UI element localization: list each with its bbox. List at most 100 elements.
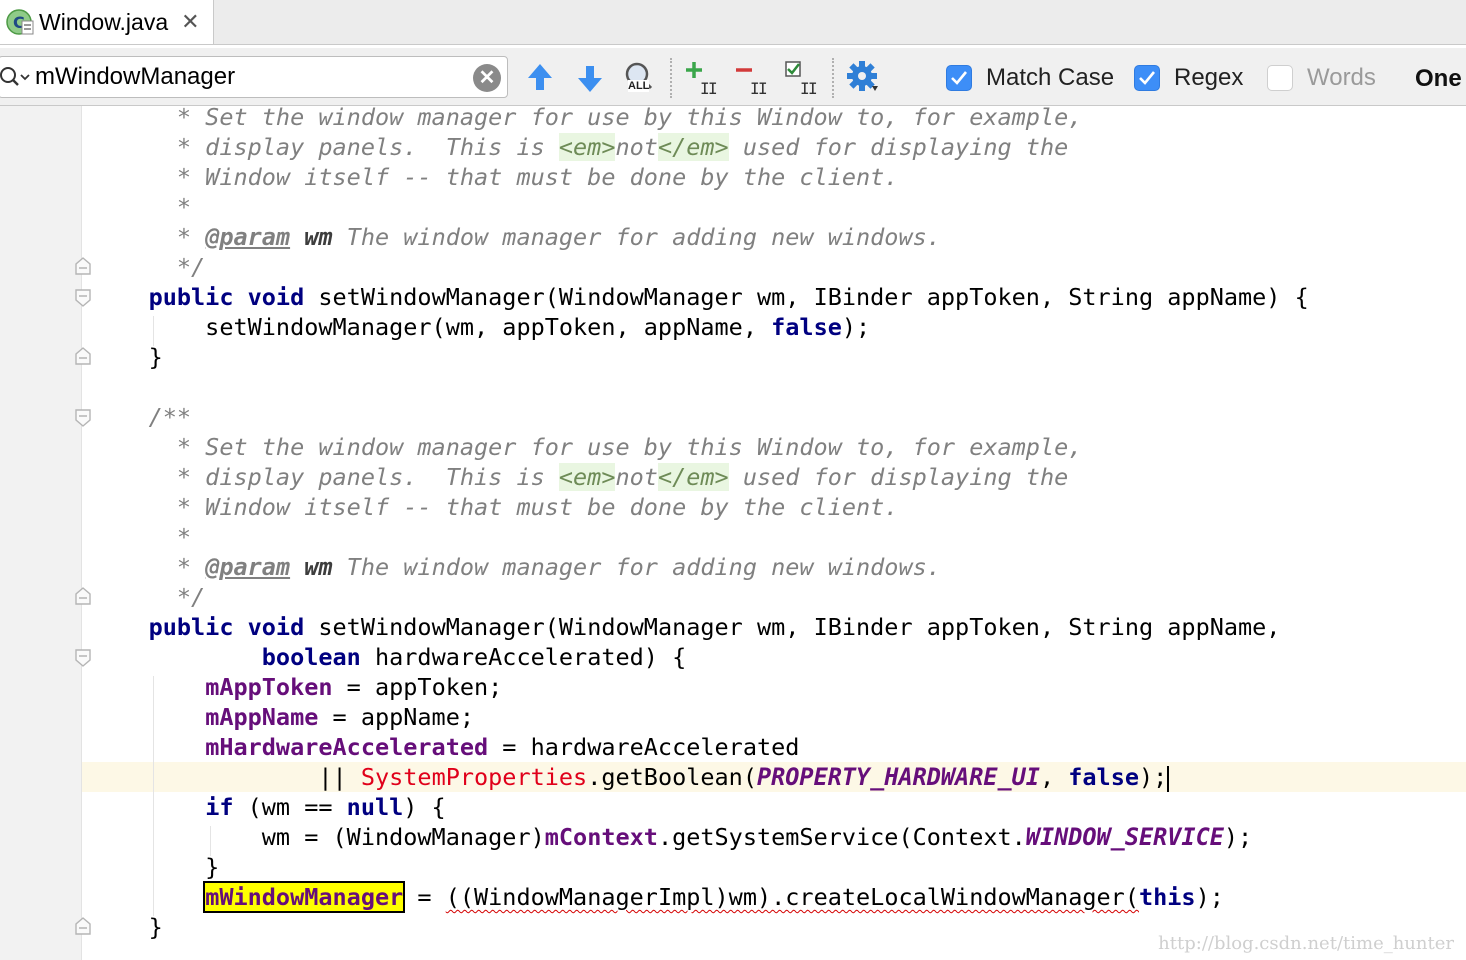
tab-title: Window.java (39, 8, 169, 35)
code-token: false (1068, 763, 1139, 791)
code-token: .getBoolean( (587, 763, 757, 791)
code-line[interactable]: * @param wm The window manager for addin… (92, 222, 1466, 252)
code-token: = appName; (318, 703, 475, 731)
code-token: null (346, 793, 404, 821)
words-checkbox[interactable] (1267, 65, 1293, 91)
code-line[interactable]: public void setWindowManager(WindowManag… (92, 612, 1466, 642)
code-token: wm (304, 223, 333, 251)
code-line[interactable]: * @param wm The window manager for addin… (92, 552, 1466, 582)
code-line[interactable]: */ (92, 582, 1466, 612)
fold-end-icon[interactable] (73, 256, 93, 276)
tab-window-java[interactable]: C Window.java ✕ (0, 0, 214, 44)
code-token: * (92, 523, 192, 551)
remove-occurrence-icon[interactable]: I I (734, 60, 770, 98)
code-token: not (615, 463, 658, 491)
code-line[interactable]: mAppName = appName; (92, 702, 1466, 732)
search-input[interactable] (35, 63, 455, 91)
regex-checkbox[interactable] (1134, 65, 1160, 91)
code-token: * Window itself -- that must be done by … (92, 493, 899, 521)
code-line[interactable] (92, 372, 1466, 402)
code-token: * (92, 553, 206, 581)
tab-close-icon[interactable]: ✕ (181, 9, 199, 35)
code-token: = (403, 883, 446, 911)
java-class-icon: C (5, 7, 35, 37)
code-line[interactable]: } (92, 852, 1466, 882)
code-line[interactable]: * display panels. This is <em>not</em> u… (92, 462, 1466, 492)
code-token: if (205, 793, 234, 821)
code-token: false (771, 313, 842, 341)
search-history-icon[interactable] (0, 65, 31, 96)
code-token: </em> (657, 463, 729, 491)
next-occurrence-icon[interactable] (572, 60, 608, 96)
find-all-icon[interactable]: ALL (620, 60, 660, 96)
code-token: </em> (657, 133, 729, 161)
code-token: * Set the window manager for use by this… (92, 433, 1083, 461)
code-line[interactable]: * (92, 522, 1466, 552)
code-token: used for displaying the (728, 463, 1069, 491)
code-line[interactable]: mAppToken = appToken; (92, 672, 1466, 702)
previous-occurrence-icon[interactable] (522, 60, 558, 96)
code-token: } (92, 913, 163, 941)
code-token: ); (1139, 763, 1168, 791)
fold-start-icon[interactable] (73, 648, 93, 668)
code-token: (wm == (233, 793, 347, 821)
fold-end-icon[interactable] (73, 346, 93, 366)
clear-search-icon[interactable]: ✕ (473, 64, 501, 92)
code-line[interactable]: mWindowManager = ((WindowManagerImpl)wm)… (92, 881, 1466, 913)
fold-end-icon[interactable] (73, 586, 93, 606)
code-token: void (247, 283, 305, 311)
code-line[interactable]: wm = (WindowManager)mContext.getSystemSe… (92, 822, 1466, 852)
code-token: */ (92, 583, 206, 611)
code-editor[interactable]: * Set the window manager for use by this… (0, 106, 1466, 960)
settings-gear-icon[interactable] (846, 60, 882, 96)
code-line[interactable]: * Window itself -- that must be done by … (92, 162, 1466, 192)
fold-start-icon[interactable] (73, 288, 93, 308)
match-case-checkbox[interactable] (946, 65, 972, 91)
code-line[interactable]: * display panels. This is <em>not</em> u… (92, 132, 1466, 162)
code-token: || (92, 763, 361, 791)
code-line[interactable]: || SystemProperties.getBoolean(PROPERTY_… (92, 762, 1466, 792)
code-token: boolean (261, 643, 361, 671)
code-token: wm (304, 553, 333, 581)
code-token: ((WindowManagerImpl)wm).createLocalWindo… (445, 883, 1139, 911)
fold-end-icon[interactable] (73, 916, 93, 936)
code-token: void (247, 613, 305, 641)
search-box: ✕ (0, 56, 508, 98)
code-line[interactable]: */ (92, 252, 1466, 282)
code-line[interactable]: boolean hardwareAccelerated) { (92, 642, 1466, 672)
code-line[interactable]: public void setWindowManager(WindowManag… (92, 282, 1466, 312)
code-line[interactable]: } (92, 342, 1466, 372)
select-all-occurrences-icon[interactable]: I I (784, 60, 820, 98)
code-token: The window manager for adding new window… (332, 223, 941, 251)
words-option[interactable]: Words (1267, 62, 1376, 94)
code-line[interactable]: * (92, 192, 1466, 222)
code-line[interactable]: * Window itself -- that must be done by … (92, 492, 1466, 522)
find-all-label: ALL (628, 80, 650, 92)
code-token: */ (92, 253, 206, 281)
add-occurrence-icon[interactable]: I I (684, 60, 720, 98)
code-token: mAppName (205, 703, 319, 731)
code-line[interactable]: /** (92, 402, 1466, 432)
code-line[interactable]: setWindowManager(wm, appToken, appName, … (92, 312, 1466, 342)
code-line[interactable]: * Set the window manager for use by this… (92, 432, 1466, 462)
code-token: * Set the window manager for use by this… (92, 106, 1083, 131)
match-case-option[interactable]: Match Case (946, 62, 1114, 94)
one-match-option[interactable]: One (1415, 65, 1462, 93)
toolbar-separator (832, 58, 834, 98)
editor-tab-strip: C Window.java ✕ (0, 0, 1466, 45)
code-line[interactable]: mHardwareAccelerated = hardwareAccelerat… (92, 732, 1466, 762)
regex-option[interactable]: Regex (1134, 62, 1243, 94)
code-token: @param (205, 553, 291, 581)
code-line[interactable]: * Set the window manager for use by this… (92, 106, 1466, 132)
words-label: Words (1307, 64, 1376, 91)
regex-label: Regex (1174, 64, 1244, 91)
code-line[interactable]: if (wm == null) { (92, 792, 1466, 822)
fold-start-icon[interactable] (73, 408, 93, 428)
